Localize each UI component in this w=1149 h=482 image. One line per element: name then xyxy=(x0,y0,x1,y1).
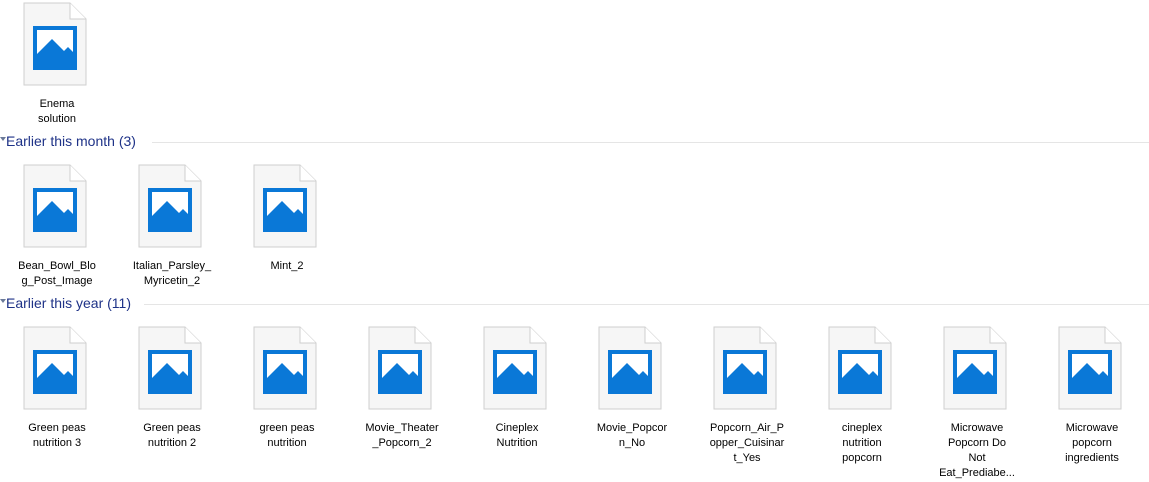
file-item[interactable]: Movie_Popcor n_No xyxy=(579,326,685,482)
file-name: Movie_Theater _Popcorn_2 xyxy=(365,422,439,449)
file-name: cineplex nutrition popcorn xyxy=(841,422,883,464)
image-file-icon xyxy=(253,326,317,410)
file-item[interactable]: Popcorn_Air_P opper_Cuisinar t_Yes xyxy=(694,326,800,482)
file-name: Green peas nutrition 2 xyxy=(143,422,201,449)
image-file-icon xyxy=(713,326,777,410)
image-file-icon xyxy=(138,326,202,410)
file-name: Cineplex Nutrition xyxy=(495,422,539,449)
image-file-icon xyxy=(23,2,87,86)
image-file-icon xyxy=(483,326,547,410)
group-header-earlier-this-year[interactable]: Earlier this year (11) xyxy=(0,295,1149,315)
file-name: green peas nutrition xyxy=(259,422,315,449)
file-name: Popcorn_Air_P opper_Cuisinar t_Yes xyxy=(709,422,785,464)
image-file-icon xyxy=(138,164,202,248)
image-file-icon xyxy=(368,326,432,410)
file-item[interactable]: Microwave popcorn ingredients xyxy=(1039,326,1145,482)
file-item[interactable]: Green peas nutrition 3 xyxy=(4,326,110,482)
file-item[interactable]: Movie_Theater _Popcorn_2 xyxy=(349,326,455,482)
image-file-icon xyxy=(1058,326,1122,410)
group-header-earlier-this-month[interactable]: Earlier this month (3) xyxy=(0,133,1149,153)
file-name: Microwave Popcorn Do Not Eat_Prediabe... xyxy=(939,422,1015,479)
image-file-icon xyxy=(598,326,662,410)
file-name: Movie_Popcor n_No xyxy=(596,422,668,449)
file-name: Enema solution xyxy=(38,98,76,125)
group-title: Earlier this month (3) xyxy=(6,133,136,149)
file-name: Bean_Bowl_Blo g_Post_Image xyxy=(18,260,96,287)
image-file-icon xyxy=(943,326,1007,410)
file-item[interactable]: Cineplex Nutrition xyxy=(464,326,570,482)
file-name: Microwave popcorn ingredients xyxy=(1065,422,1119,464)
image-file-icon xyxy=(23,326,87,410)
file-name: Green peas nutrition 3 xyxy=(28,422,86,449)
group-divider xyxy=(152,142,1149,143)
file-item[interactable]: cineplex nutrition popcorn xyxy=(809,326,915,482)
group-divider xyxy=(144,304,1149,305)
image-file-icon xyxy=(23,164,87,248)
file-item[interactable]: Green peas nutrition 2 xyxy=(119,326,225,482)
image-file-icon xyxy=(828,326,892,410)
file-name: Italian_Parsley_ Myricetin_2 xyxy=(132,260,212,287)
file-name: Mint_2 xyxy=(270,260,304,272)
file-item[interactable]: green peas nutrition xyxy=(234,326,340,482)
image-file-icon xyxy=(253,164,317,248)
file-item[interactable]: Microwave Popcorn Do Not Eat_Prediabe... xyxy=(924,326,1030,482)
group-title: Earlier this year (11) xyxy=(6,295,132,311)
